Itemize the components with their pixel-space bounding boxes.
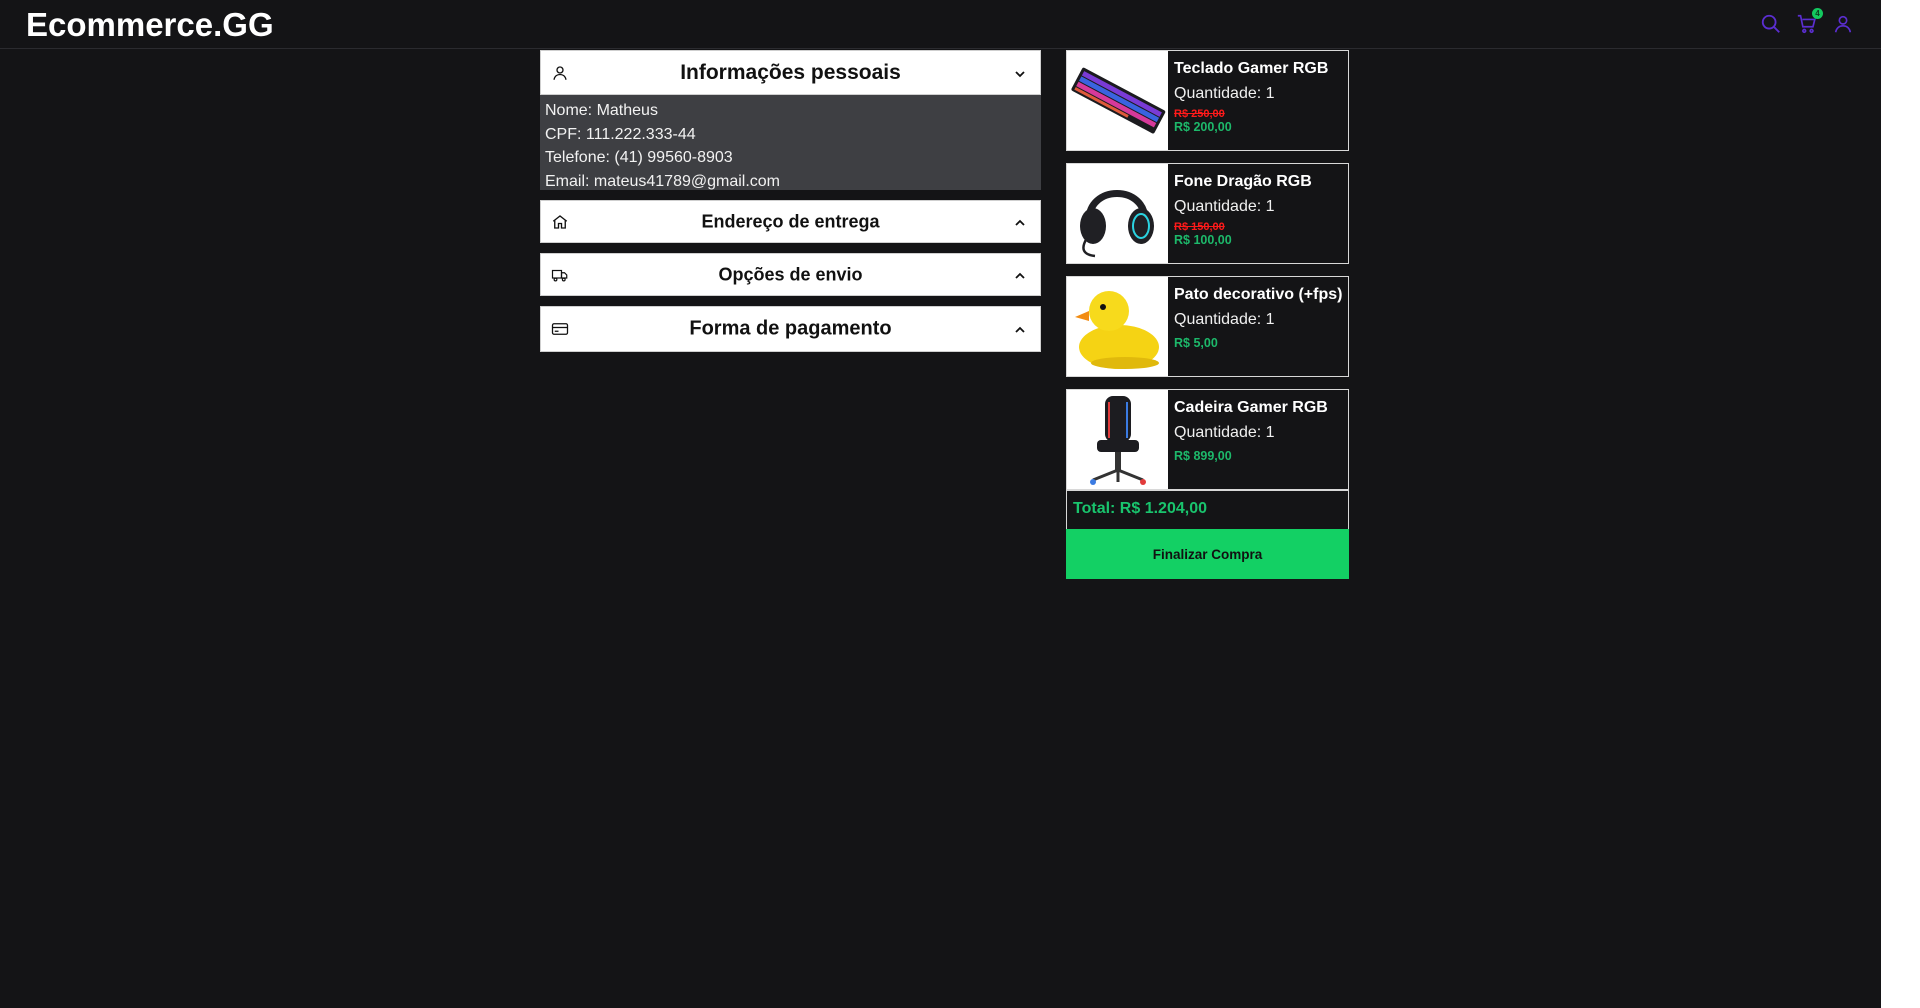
cart-item-price: R$ 100,00 (1174, 233, 1232, 247)
cart-item-name: Pato decorativo (+fps) (1174, 286, 1343, 303)
cart-item-info: Cadeira Gamer RGB Quantidade: 1 R$ 899,0… (1174, 399, 1346, 463)
cart-item-info: Pato decorativo (+fps) Quantidade: 1 R$ … (1174, 286, 1346, 350)
cart-item-info: Teclado Gamer RGB Quantidade: 1 R$ 250,0… (1174, 60, 1346, 134)
checkout-sections: Informações pessoais Nome: Matheus CPF: … (540, 50, 1041, 352)
cart-count-badge: 4 (1812, 8, 1823, 19)
cart-item-info: Fone Dragão RGB Quantidade: 1 R$ 150,00 … (1174, 173, 1346, 247)
cart-item-quantity: Quantidade: 1 (1174, 424, 1275, 441)
cart-total: Total: R$ 1.204,00 (1066, 490, 1349, 529)
shipping-options-title: Opções de envio (718, 264, 863, 284)
cart-item[interactable]: Teclado Gamer RGB Quantidade: 1 R$ 250,0… (1066, 50, 1349, 151)
personal-info-title: Informações pessoais (680, 60, 901, 84)
cart-item[interactable]: Fone Dragão RGB Quantidade: 1 R$ 150,00 … (1066, 163, 1349, 264)
search-icon[interactable] (1759, 12, 1783, 36)
cart-item-name: Teclado Gamer RGB (1174, 60, 1329, 77)
personal-info-header[interactable]: Informações pessoais (540, 50, 1041, 95)
cart-item-name: Fone Dragão RGB (1174, 173, 1312, 190)
cart-item-quantity: Quantidade: 1 (1174, 85, 1275, 102)
chevron-down-icon (1014, 67, 1026, 79)
cart-item-old-price: R$ 250,00 (1174, 108, 1225, 120)
delivery-address-header[interactable]: Endereço de entrega (540, 200, 1041, 243)
personal-cpf: CPF: 111.222.333-44 (545, 125, 696, 143)
payment-method-header[interactable]: Forma de pagamento (540, 306, 1041, 352)
shipping-options-header[interactable]: Opções de envio (540, 253, 1041, 296)
cart-summary: Teclado Gamer RGB Quantidade: 1 R$ 250,0… (1066, 50, 1349, 579)
rubber-duck-image (1067, 277, 1168, 376)
cart-item[interactable]: Cadeira Gamer RGB Quantidade: 1 R$ 899,0… (1066, 389, 1349, 490)
cart-item-price: R$ 200,00 (1174, 120, 1232, 134)
personal-info-body: Nome: Matheus CPF: 111.222.333-44 Telefo… (540, 95, 1041, 190)
personal-name: Nome: Matheus (545, 102, 658, 119)
user-icon[interactable] (1831, 12, 1855, 36)
headset-image (1067, 164, 1168, 263)
top-header: Ecommerce.GG 4 (0, 0, 1881, 49)
personal-phone: Telefone: (41) 99560-8903 (545, 149, 733, 166)
cart-item-quantity: Quantidade: 1 (1174, 198, 1275, 215)
personal-email: Email: mateus41789@gmail.com (545, 172, 781, 190)
gamer-chair-image (1067, 390, 1168, 489)
cart-item-quantity: Quantidade: 1 (1174, 311, 1275, 328)
checkout-button[interactable]: Finalizar Compra (1066, 529, 1349, 579)
cart-item-old-price: R$ 150,00 (1174, 221, 1225, 233)
chevron-up-icon (1014, 323, 1026, 335)
keyboard-image (1067, 51, 1168, 150)
header-icons: 4 (1759, 8, 1855, 36)
logo[interactable]: Ecommerce.GG (26, 6, 274, 44)
cart-item-name: Cadeira Gamer RGB (1174, 399, 1328, 416)
delivery-address-title: Endereço de entrega (701, 211, 880, 231)
cart-item-price: R$ 899,00 (1174, 449, 1232, 463)
app: Ecommerce.GG 4 Informações pessoais Nome… (0, 0, 1881, 1008)
cart-icon[interactable]: 4 (1795, 8, 1823, 36)
chevron-up-icon (1014, 269, 1026, 281)
cart-item[interactable]: Pato decorativo (+fps) Quantidade: 1 R$ … (1066, 276, 1349, 377)
page: Ecommerce.GG 4 Informações pessoais Nome… (0, 0, 1920, 1008)
payment-method-title: Forma de pagamento (689, 317, 892, 340)
cart-item-price: R$ 5,00 (1174, 336, 1218, 350)
chevron-up-icon (1014, 216, 1026, 228)
